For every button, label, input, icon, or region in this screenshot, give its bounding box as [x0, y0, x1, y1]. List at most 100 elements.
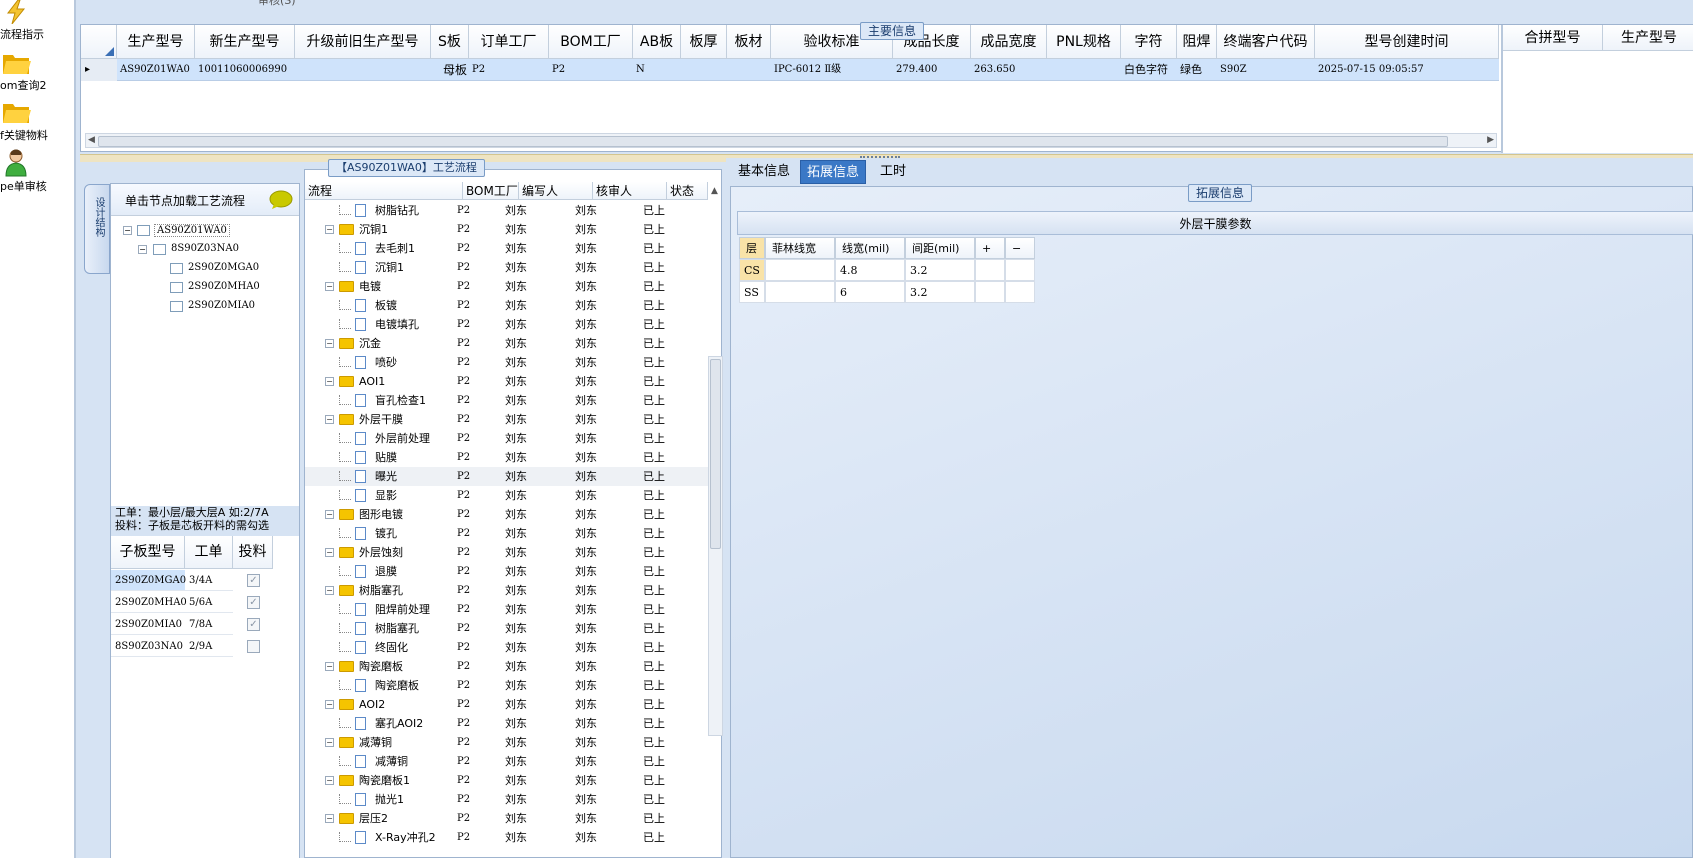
process-row[interactable]: − 外层干膜 P2 刘东 刘东 已上 — [305, 410, 708, 429]
col-finished-width[interactable]: 成品宽度 — [971, 25, 1047, 59]
process-row[interactable]: 外层前处理 P2 刘东 刘东 已上 — [305, 429, 708, 448]
col-characters[interactable]: 字符 — [1121, 25, 1177, 59]
tree-node-2s90z0mia0[interactable]: 2S90Z0MIA0 — [188, 300, 255, 311]
process-row[interactable]: 盲孔检查1 P2 刘东 刘东 已上 — [305, 391, 708, 410]
col-film-width[interactable]: 菲林线宽 — [765, 237, 835, 259]
cell-old-production-model[interactable] — [295, 59, 431, 81]
process-row[interactable]: − AOI2 P2 刘东 刘东 已上 — [305, 695, 708, 714]
cell-add[interactable] — [975, 259, 1005, 281]
process-row[interactable]: − 沉铜1 P2 刘东 刘东 已上 — [305, 220, 708, 239]
process-row[interactable]: 贴膜 P2 刘东 刘东 已上 — [305, 448, 708, 467]
cell-s-board[interactable]: 母板 — [431, 59, 469, 81]
cell-order-factory[interactable]: P2 — [469, 59, 549, 81]
collapse-toggle-icon[interactable]: − — [325, 776, 334, 785]
process-vscrollbar[interactable] — [708, 356, 723, 736]
folder-open-icon[interactable] — [2, 99, 32, 125]
feed-checkbox[interactable]: ✓ — [247, 596, 260, 609]
cell-film-width[interactable] — [765, 259, 835, 281]
lightning-icon[interactable] — [4, 0, 34, 26]
cell-new-production-model[interactable]: 10011060006990 — [195, 59, 295, 81]
col-end-customer-code[interactable]: 终端客户代码 — [1217, 25, 1315, 59]
cell-remove[interactable] — [1005, 259, 1035, 281]
collapse-toggle-icon[interactable]: − — [325, 738, 334, 747]
remove-row-button[interactable]: − — [1005, 237, 1035, 259]
process-row[interactable]: − 陶瓷磨板1 P2 刘东 刘东 已上 — [305, 771, 708, 790]
process-row[interactable]: 退膜 P2 刘东 刘东 已上 — [305, 562, 708, 581]
col-s-board[interactable]: S板 — [431, 25, 469, 59]
cell-add[interactable] — [975, 281, 1005, 303]
process-row[interactable]: 减薄铜 P2 刘东 刘东 已上 — [305, 752, 708, 771]
process-row[interactable]: − 电镀 P2 刘东 刘东 已上 — [305, 277, 708, 296]
cell-finished-width[interactable]: 263.650 — [971, 59, 1047, 81]
process-row[interactable]: 陶瓷磨板 P2 刘东 刘东 已上 — [305, 676, 708, 695]
cell-work-order[interactable]: 7/8A — [185, 614, 233, 635]
process-row[interactable]: − 减薄铜 P2 刘东 刘东 已上 — [305, 733, 708, 752]
col-merge-production-model[interactable]: 生产型号 — [1603, 25, 1693, 51]
col-ab-board[interactable]: AB板 — [633, 25, 681, 59]
collapse-toggle-icon[interactable]: − — [325, 548, 334, 557]
cell-layer[interactable]: CS — [739, 259, 765, 281]
sidebar-item-pe-review[interactable]: pe单审核 — [0, 178, 47, 194]
main-info-hscrollbar[interactable]: ◀ ▶ — [85, 133, 1497, 148]
col-sub-model[interactable]: 子板型号 — [111, 536, 185, 569]
collapse-toggle-icon[interactable]: − — [325, 814, 334, 823]
speech-bubble-icon[interactable] — [269, 190, 293, 210]
tab-extended-info[interactable]: 拓展信息 — [800, 160, 867, 184]
col-writer[interactable]: 编写人 — [519, 182, 593, 200]
scroll-right-icon[interactable]: ▶ — [1487, 134, 1494, 147]
col-merge-model[interactable]: 合拼型号 — [1503, 25, 1603, 51]
feed-checkbox[interactable]: ✓ — [247, 618, 260, 631]
col-pnl-spec[interactable]: PNL规格 — [1047, 25, 1121, 59]
cell-acceptance-standard[interactable]: IPC-6012 Ⅱ级 — [771, 59, 893, 81]
process-row[interactable]: − 沉金 P2 刘东 刘东 已上 — [305, 334, 708, 353]
cell-sub-model[interactable]: 2S90Z0MIA0 — [111, 614, 185, 635]
cell-work-order[interactable]: 5/6A — [185, 592, 233, 613]
feed-checkbox[interactable]: ✓ — [247, 574, 260, 587]
cell-layer[interactable]: SS — [739, 281, 765, 303]
cell-spacing[interactable]: 3.2 — [905, 259, 975, 281]
cell-pnl-spec[interactable] — [1047, 59, 1121, 81]
scroll-left-icon[interactable]: ◀ — [88, 134, 95, 147]
col-order-factory[interactable]: 订单工厂 — [469, 25, 549, 59]
add-row-button[interactable]: + — [975, 237, 1005, 259]
tree-node-root[interactable]: AS90Z01WA0 — [154, 224, 230, 237]
cell-finished-length[interactable]: 279.400 — [893, 59, 971, 81]
cell-sub-model[interactable]: 2S90Z0MGA0 — [111, 570, 186, 591]
cell-model-created-time[interactable]: 2025-07-15 09:05:57 — [1315, 59, 1499, 81]
cell-ab-board[interactable]: N — [633, 59, 681, 81]
collapse-toggle-icon[interactable]: − — [325, 377, 334, 386]
cell-characters[interactable]: 白色字符 — [1121, 59, 1177, 81]
sidebar-item-flow-guide[interactable]: 流程指示 — [0, 26, 44, 42]
cell-board-thickness[interactable] — [681, 59, 727, 81]
col-feed[interactable]: 投料 — [233, 536, 273, 569]
cell-sub-model[interactable]: 8S90Z03NA0 — [111, 636, 185, 657]
cell-line-width[interactable]: 4.8 — [835, 259, 905, 281]
tab-design-structure[interactable]: 设计结构 — [84, 184, 110, 274]
process-row[interactable]: − 层压2 P2 刘东 刘东 已上 — [305, 809, 708, 828]
user-icon[interactable] — [4, 149, 34, 177]
process-row[interactable]: 喷砂 P2 刘东 刘东 已上 — [305, 353, 708, 372]
col-work-order[interactable]: 工单 — [185, 536, 233, 569]
col-old-production-model[interactable]: 升级前旧生产型号 — [295, 25, 431, 59]
process-row[interactable]: 去毛刺1 P2 刘东 刘东 已上 — [305, 239, 708, 258]
col-bom-factory[interactable]: BOM工厂 — [549, 25, 633, 59]
process-row[interactable]: 树脂钻孔 P2 刘东 刘东 已上 — [305, 201, 708, 220]
cell-end-customer-code[interactable]: S90Z — [1217, 59, 1315, 81]
process-row[interactable]: 板镀 P2 刘东 刘东 已上 — [305, 296, 708, 315]
process-row[interactable]: 镀孔 P2 刘东 刘东 已上 — [305, 524, 708, 543]
process-row[interactable]: 终固化 P2 刘东 刘东 已上 — [305, 638, 708, 657]
process-row[interactable]: − AOI1 P2 刘东 刘东 已上 — [305, 372, 708, 391]
scroll-thumb[interactable] — [710, 359, 721, 549]
cell-line-width[interactable]: 6 — [835, 281, 905, 303]
col-board-material[interactable]: 板材 — [727, 25, 771, 59]
collapse-toggle-icon[interactable]: − — [325, 415, 334, 424]
cell-sub-model[interactable]: 2S90Z0MHA0 — [111, 592, 187, 613]
tree-node-8s90z03na0[interactable]: 8S90Z03NA0 — [171, 243, 239, 254]
tab-work-hours[interactable]: 工时 — [874, 160, 912, 184]
cell-board-material[interactable] — [727, 59, 771, 81]
process-row[interactable]: 沉铜1 P2 刘东 刘东 已上 — [305, 258, 708, 277]
process-row[interactable]: − 外层蚀刻 P2 刘东 刘东 已上 — [305, 543, 708, 562]
col-flow[interactable]: 流程 — [305, 182, 463, 200]
process-row[interactable]: − 图形电镀 P2 刘东 刘东 已上 — [305, 505, 708, 524]
process-row[interactable]: − 树脂塞孔 P2 刘东 刘东 已上 — [305, 581, 708, 600]
